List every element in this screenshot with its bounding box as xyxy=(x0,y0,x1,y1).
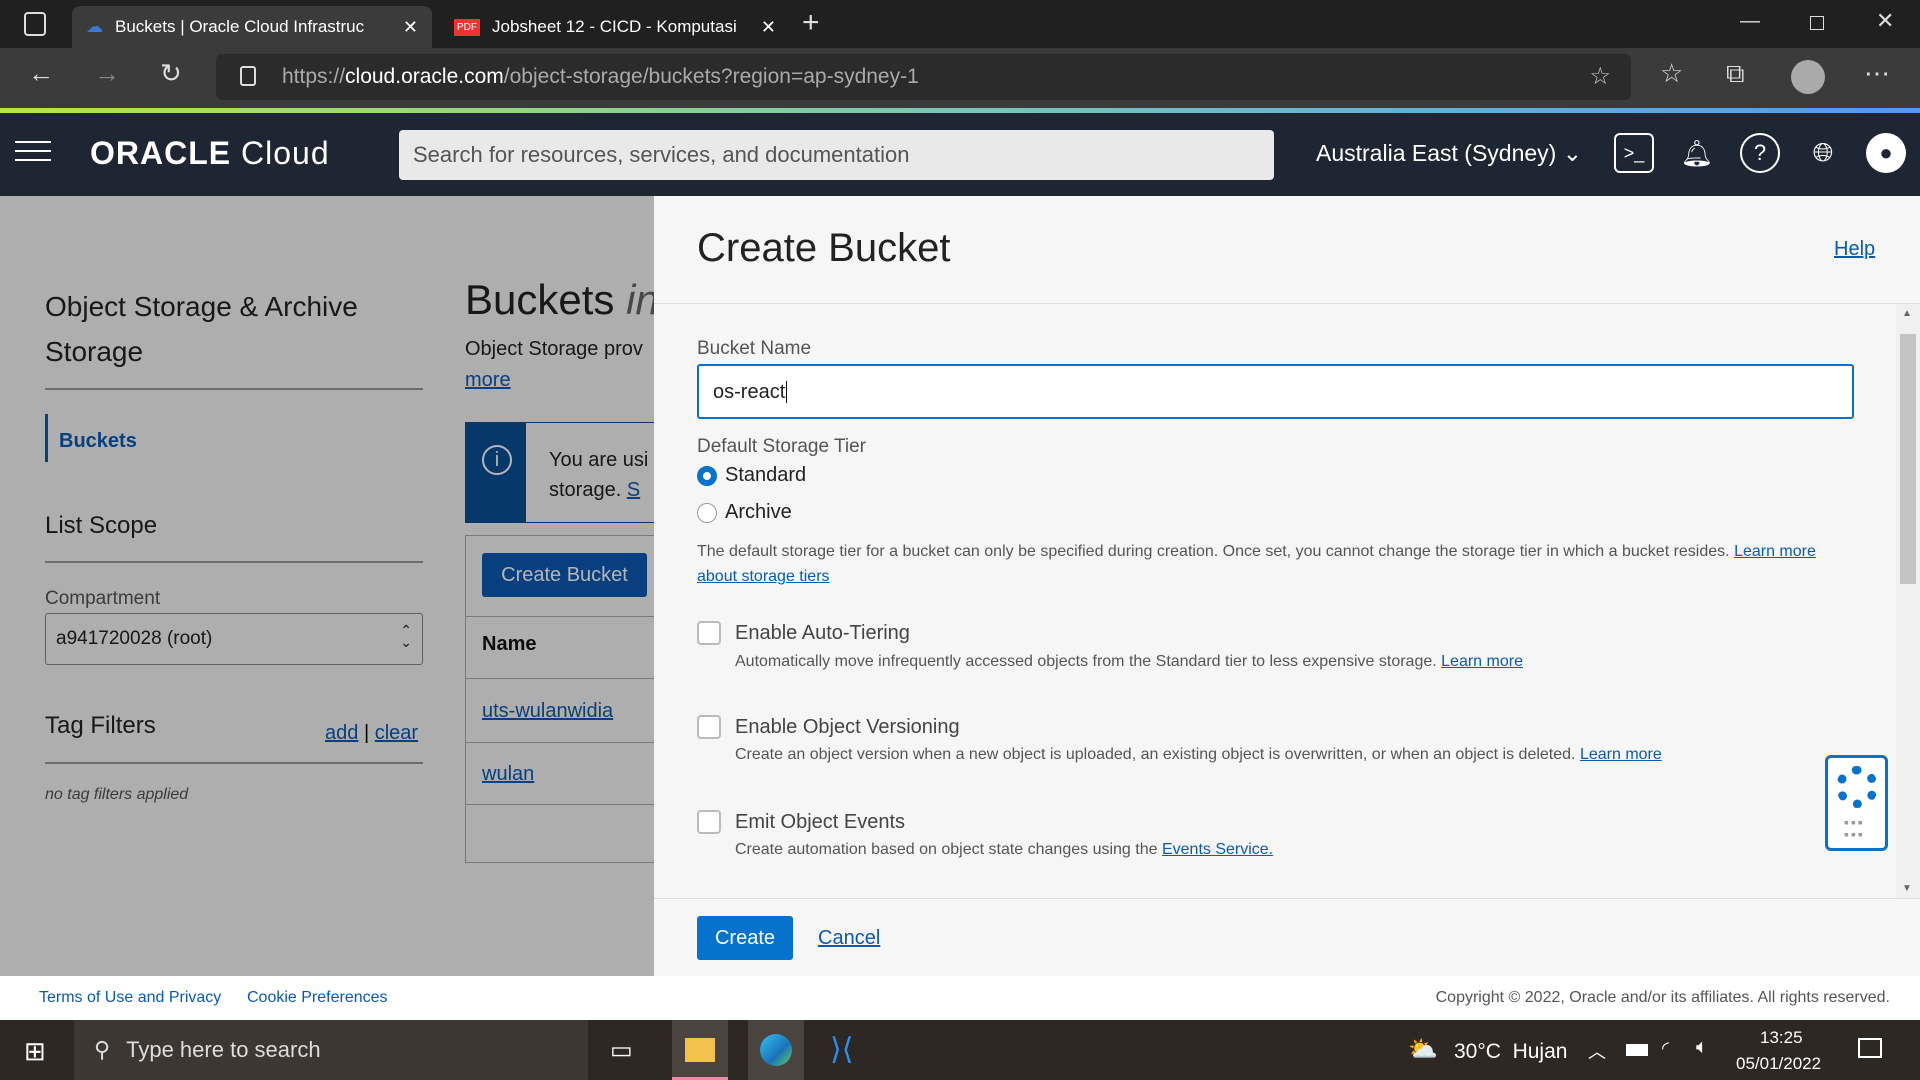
tab-buckets[interactable]: ☁ Buckets | Oracle Cloud Infrastruc ✕ xyxy=(72,6,432,48)
lock-icon xyxy=(240,66,256,86)
forward-icon[interactable]: → xyxy=(94,58,120,89)
auto-tiering-checkbox[interactable] xyxy=(697,621,721,645)
restore-icon[interactable] xyxy=(1810,16,1824,30)
search-icon: ⚲ xyxy=(94,1037,111,1062)
help-icon[interactable]: ? xyxy=(1740,133,1780,173)
radio-archive[interactable]: Archive xyxy=(697,501,792,524)
grid-icon: ▪▪▪ ▪▪▪ xyxy=(1844,814,1865,842)
taskbar: ⊞ ⚲ Type here to search ▭ ⟩⟨ ⛅ 30°C Hujan… xyxy=(0,1020,1920,1080)
learn-more-link[interactable]: Learn more xyxy=(1441,653,1523,670)
cloud-shell-icon[interactable]: >_ xyxy=(1614,133,1654,173)
versioning-checkbox[interactable] xyxy=(697,715,721,739)
emit-events-label: Emit Object Events xyxy=(735,811,906,833)
add-favorite-icon[interactable]: ☆ xyxy=(1589,62,1611,91)
help-widget[interactable]: ▪▪▪ ▪▪▪ xyxy=(1825,755,1888,851)
task-view-icon[interactable]: ▭ xyxy=(610,1036,633,1065)
new-tab-icon[interactable]: + xyxy=(802,6,820,40)
versioning-label: Enable Object Versioning xyxy=(735,716,960,738)
create-button[interactable]: Create xyxy=(697,916,793,960)
create-bucket-drawer: Create Bucket Help Bucket Name os-react … xyxy=(654,196,1920,976)
emit-events-checkbox[interactable] xyxy=(697,810,721,834)
radio-empty-icon xyxy=(697,502,717,523)
events-service-link[interactable]: Events Service. xyxy=(1162,841,1273,858)
chevron-down-icon: ⌄ xyxy=(1562,140,1582,166)
volume-icon[interactable]: 🔈︎ xyxy=(1696,1036,1708,1059)
tray-chevron-icon[interactable]: ︿ xyxy=(1588,1038,1606,1064)
tab-actions-icon[interactable] xyxy=(24,12,46,36)
auto-tiering-label: Enable Auto-Tiering xyxy=(735,622,910,644)
learn-more-link[interactable]: Learn more xyxy=(1580,746,1662,763)
emit-events-desc: Create automation based on object state … xyxy=(735,841,1274,858)
file-explorer-icon[interactable] xyxy=(672,1020,728,1080)
bucket-name-input[interactable]: os-react xyxy=(697,364,1854,419)
search-input[interactable]: Search for resources, services, and docu… xyxy=(399,130,1274,180)
more-icon[interactable]: ⋯ xyxy=(1864,58,1890,89)
globe-icon[interactable]: 🌐︎ xyxy=(1803,133,1843,173)
close-tab-icon[interactable]: ✕ xyxy=(403,17,418,38)
help-link[interactable]: Help xyxy=(1834,238,1875,261)
user-icon[interactable]: ● xyxy=(1866,133,1906,173)
versioning-desc: Create an object version when a new obje… xyxy=(735,746,1662,763)
windows-start-icon[interactable]: ⊞ xyxy=(24,1036,46,1067)
weather-text[interactable]: 30°C Hujan xyxy=(1454,1040,1567,1064)
back-icon[interactable]: ← xyxy=(28,58,54,89)
radio-standard[interactable]: Standard xyxy=(697,464,806,487)
cookie-preferences-link[interactable]: Cookie Preferences xyxy=(247,989,388,1007)
browser-tab-bar: ☁ Buckets | Oracle Cloud Infrastruc ✕ PD… xyxy=(0,0,1920,48)
modal-overlay[interactable] xyxy=(0,196,654,976)
vscode-icon[interactable]: ⟩⟨ xyxy=(830,1032,853,1067)
drawer-footer: Create Cancel xyxy=(654,898,1920,976)
scrollbar[interactable]: ▲ ▼ xyxy=(1896,304,1920,898)
auto-tiering-desc: Automatically move infrequently accessed… xyxy=(735,653,1523,670)
page-footer: Terms of Use and Privacy Cookie Preferen… xyxy=(0,976,1920,1020)
terms-link[interactable]: Terms of Use and Privacy xyxy=(39,989,221,1007)
divider xyxy=(654,303,1920,304)
notifications-icon[interactable] xyxy=(1858,1038,1882,1058)
battery-icon[interactable] xyxy=(1626,1044,1648,1056)
radio-selected-icon xyxy=(697,465,717,486)
tab-jobsheet[interactable]: PDF Jobsheet 12 - CICD - Komputasi ✕ xyxy=(440,6,790,48)
wifi-icon[interactable]: ◜ xyxy=(1662,1038,1669,1059)
cloud-icon: ☁ xyxy=(86,17,103,36)
bucket-name-label: Bucket Name xyxy=(697,338,812,359)
edge-icon[interactable] xyxy=(748,1020,804,1080)
taskbar-search[interactable]: ⚲ Type here to search xyxy=(74,1020,588,1080)
storage-tier-label: Default Storage Tier xyxy=(697,436,866,457)
hamburger-menu-icon[interactable] xyxy=(15,141,51,161)
lifebuoy-icon xyxy=(1836,766,1878,808)
collections-icon[interactable]: ⧉ xyxy=(1726,58,1745,90)
region-selector[interactable]: Australia East (Sydney) ⌄ xyxy=(1316,140,1582,167)
pdf-icon: PDF xyxy=(454,18,480,36)
copyright-text: Copyright © 2022, Oracle and/or its affi… xyxy=(1435,989,1890,1006)
favorites-icon[interactable]: ☆ xyxy=(1660,58,1683,89)
refresh-icon[interactable]: ↻ xyxy=(160,58,182,89)
close-tab-icon[interactable]: ✕ xyxy=(761,17,776,38)
bell-icon[interactable]: 🔔︎ xyxy=(1677,133,1717,173)
oracle-logo[interactable]: ORACLE Cloud xyxy=(90,135,330,172)
weather-icon: ⛅ xyxy=(1408,1036,1438,1063)
cancel-link[interactable]: Cancel xyxy=(818,927,880,950)
profile-avatar[interactable] xyxy=(1791,60,1825,94)
oci-header: ORACLE Cloud Search for resources, servi… xyxy=(0,113,1920,196)
minimize-icon[interactable]: — xyxy=(1740,10,1760,33)
drawer-title: Create Bucket xyxy=(697,226,951,270)
clock-date[interactable]: 05/01/2022 xyxy=(1736,1054,1821,1074)
close-window-icon[interactable]: ✕ xyxy=(1876,8,1894,34)
storage-tier-help: The default storage tier for a bucket ca… xyxy=(697,543,1816,585)
clock-time[interactable]: 13:25 xyxy=(1760,1028,1803,1048)
address-bar-row: ← → ↻ https://cloud.oracle.com/object-st… xyxy=(0,48,1920,108)
url-input[interactable]: https://cloud.oracle.com/object-storage/… xyxy=(216,54,1631,100)
